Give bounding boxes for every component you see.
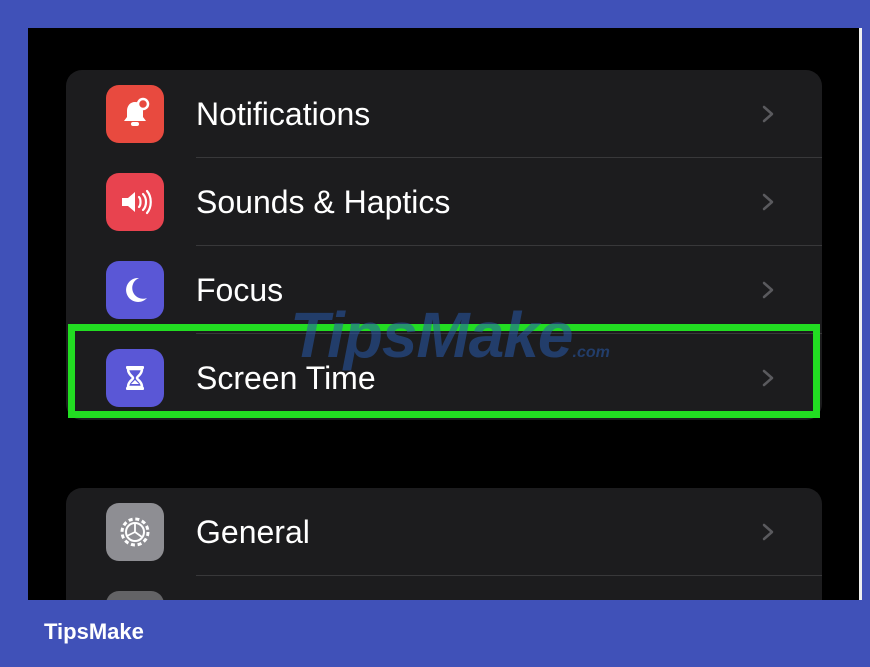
chevron-right-icon xyxy=(762,193,774,211)
settings-group-secondary: General xyxy=(66,488,822,600)
gear-icon xyxy=(106,503,164,561)
settings-row-general[interactable]: General xyxy=(66,488,822,576)
settings-row-partial[interactable] xyxy=(66,576,822,600)
settings-row-label: Notifications xyxy=(196,96,371,132)
notification-bell-icon xyxy=(106,85,164,143)
footer-brand: TipsMake xyxy=(44,619,144,644)
chevron-right-icon xyxy=(762,281,774,299)
settings-row-label: General xyxy=(196,514,310,550)
screen-edge xyxy=(859,28,862,600)
image-frame: Notifications Sounds & Haptics Focus Scr… xyxy=(0,0,870,667)
speaker-icon xyxy=(106,173,164,231)
settings-row-label: Focus xyxy=(196,272,284,308)
settings-row-notifications[interactable]: Notifications xyxy=(66,70,822,158)
settings-row-screen-time[interactable]: Screen Time xyxy=(66,334,822,420)
moon-icon xyxy=(106,261,164,319)
hourglass-icon xyxy=(106,349,164,407)
settings-row-focus[interactable]: Focus xyxy=(66,246,822,334)
chevron-right-icon xyxy=(762,523,774,541)
settings-row-sounds-haptics[interactable]: Sounds & Haptics xyxy=(66,158,822,246)
settings-icon-partial xyxy=(106,591,164,600)
settings-row-label: Sounds & Haptics xyxy=(196,184,451,220)
settings-screen: Notifications Sounds & Haptics Focus Scr… xyxy=(28,28,862,600)
settings-row-label: Screen Time xyxy=(196,360,376,396)
chevron-right-icon xyxy=(762,105,774,123)
settings-group-primary: Notifications Sounds & Haptics Focus Scr… xyxy=(66,70,822,420)
chevron-right-icon xyxy=(762,369,774,387)
